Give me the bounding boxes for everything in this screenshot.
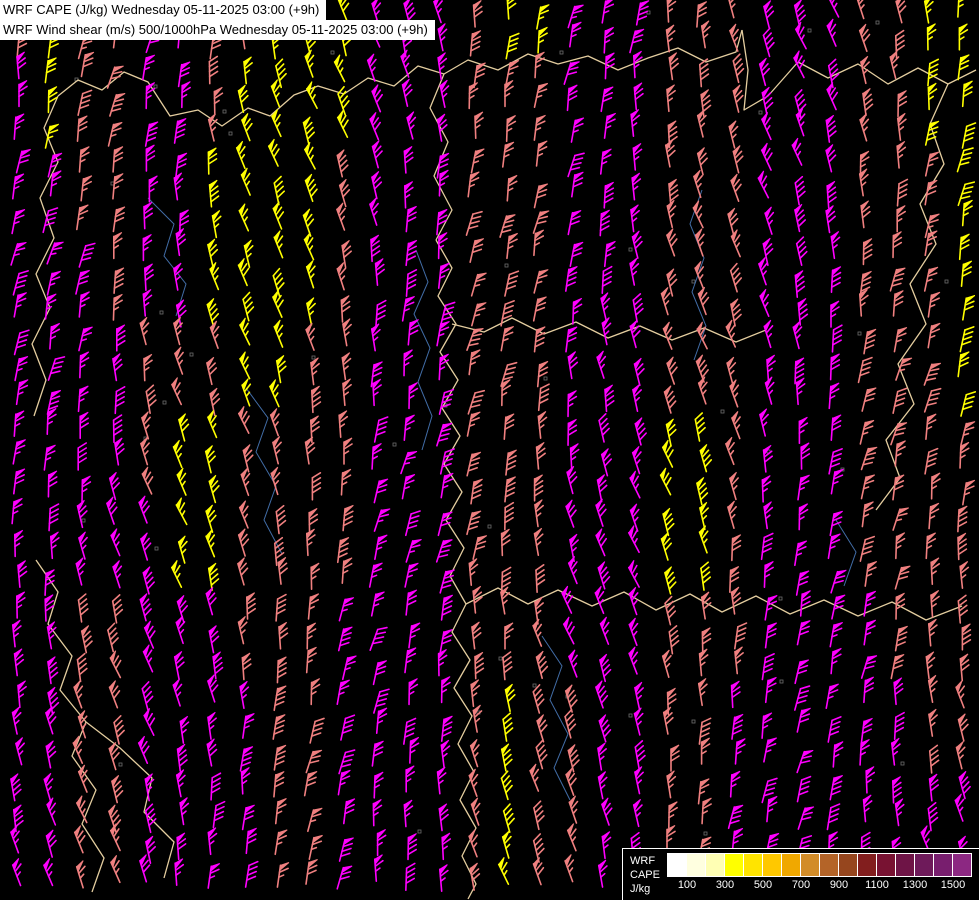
legend-cell (801, 854, 820, 876)
legend-tick: 300 (706, 879, 744, 891)
legend-title-model: WRF (630, 854, 660, 868)
legend-cell (839, 854, 858, 876)
title-line-cape: WRF CAPE (J/kg) Wednesday 05-11-2025 03:… (0, 0, 326, 20)
legend-tick: 1100 (858, 879, 896, 891)
legend-cell (896, 854, 915, 876)
map-canvas (0, 0, 979, 900)
cape-legend: WRF CAPE J/kg 100 300 500 700 900 1100 1… (622, 848, 979, 900)
legend-scale: 100 300 500 700 900 1100 1300 1500 (667, 853, 972, 891)
legend-cell (687, 854, 706, 876)
legend-cell (668, 854, 687, 876)
legend-cell (782, 854, 801, 876)
legend-cell (706, 854, 725, 876)
legend-tick-row: 100 300 500 700 900 1100 1300 1500 (668, 879, 972, 891)
legend-tick: 900 (820, 879, 858, 891)
legend-tick: 700 (782, 879, 820, 891)
legend-cell (858, 854, 877, 876)
legend-colorbar (667, 853, 972, 877)
legend-cell (725, 854, 744, 876)
legend-tick: 1300 (896, 879, 934, 891)
legend-tick: 100 (668, 879, 706, 891)
legend-tick: 500 (744, 879, 782, 891)
legend-cell (934, 854, 953, 876)
legend-cell (763, 854, 782, 876)
legend-cell (820, 854, 839, 876)
legend-cell (915, 854, 934, 876)
legend-title-unit: J/kg (630, 882, 660, 896)
legend-tick: 1500 (934, 879, 972, 891)
legend-cell (953, 854, 971, 876)
title-line-shear: WRF Wind shear (m/s) 500/1000hPa Wednesd… (0, 20, 435, 40)
legend-cell (877, 854, 896, 876)
wrf-weather-map: WRF CAPE (J/kg) Wednesday 05-11-2025 03:… (0, 0, 979, 900)
legend-cell (744, 854, 763, 876)
legend-title-variable: CAPE (630, 868, 660, 882)
map-title-overlay: WRF CAPE (J/kg) Wednesday 05-11-2025 03:… (0, 0, 435, 40)
legend-title: WRF CAPE J/kg (630, 853, 660, 896)
